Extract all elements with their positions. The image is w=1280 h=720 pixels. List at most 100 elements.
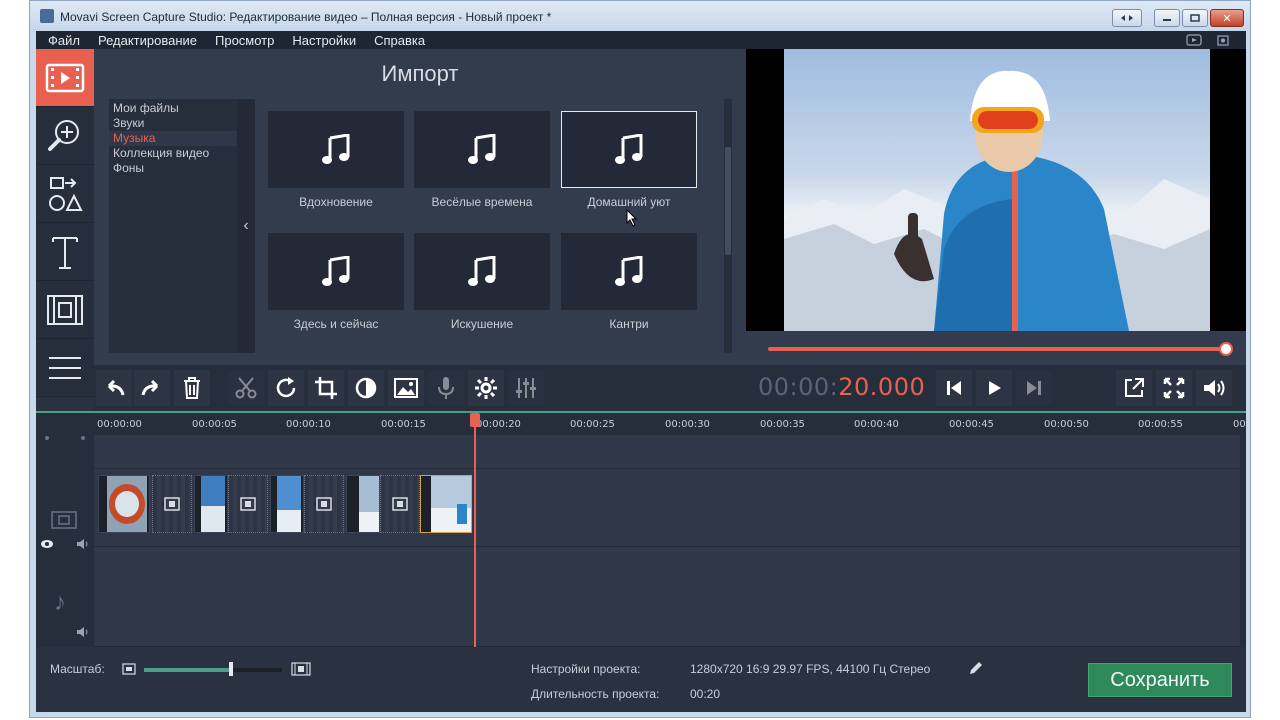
cut-button[interactable] (228, 370, 264, 406)
color-adjust-button[interactable] (348, 370, 384, 406)
menu-bar: Файл Редактирование Просмотр Настройки С… (36, 31, 1246, 49)
music-tile[interactable] (561, 233, 697, 310)
image-icon (394, 378, 418, 398)
eye-icon[interactable] (40, 539, 54, 549)
shapes-icon (49, 176, 83, 211)
video-clip[interactable] (194, 475, 228, 533)
minimize-icon (1163, 19, 1171, 21)
category-sounds[interactable]: Звуки (109, 116, 237, 131)
delete-button[interactable] (174, 370, 210, 406)
minimize-button[interactable] (1154, 9, 1180, 27)
music-track-volume-icon[interactable] (76, 627, 92, 637)
music-note-icon (322, 255, 350, 286)
video-track[interactable] (94, 469, 1240, 547)
nav-filters[interactable] (36, 107, 94, 165)
ruler-label: 00:00:40 (854, 419, 899, 430)
pencil-icon[interactable] (968, 660, 984, 676)
undo-button[interactable] (96, 370, 132, 406)
transition[interactable] (152, 475, 192, 533)
crop-button[interactable] (308, 370, 344, 406)
playhead-handle[interactable] (470, 413, 480, 427)
video-clip[interactable] (346, 475, 380, 533)
category-music[interactable]: Музыка (109, 131, 237, 146)
music-tile-selected[interactable] (561, 111, 697, 188)
category-backgrounds[interactable]: Фоны (109, 161, 237, 176)
nav-transitions[interactable] (36, 165, 94, 223)
video-frame (784, 49, 1210, 331)
next-button[interactable] (1016, 370, 1052, 406)
record-icon[interactable] (1216, 33, 1232, 47)
volume-button[interactable] (1196, 370, 1232, 406)
nav-clips[interactable] (36, 281, 94, 339)
transition[interactable] (304, 475, 344, 533)
zoom-in-icon[interactable] (291, 662, 311, 676)
timeline: ♪ 00:00:00 00:00:05 00:00:10 00:00:15 00… (36, 411, 1246, 647)
close-button[interactable]: ✕ (1210, 9, 1244, 27)
ruler-label: 00 (1233, 419, 1246, 430)
music-tile[interactable] (414, 111, 550, 188)
transition[interactable] (380, 475, 420, 533)
playback-progress-track[interactable] (768, 347, 1226, 351)
detach-preview-button[interactable] (1116, 370, 1152, 406)
voiceover-button[interactable] (428, 370, 464, 406)
nav-titles[interactable] (36, 223, 94, 281)
project-settings-label: Настройки проекта: (531, 662, 641, 676)
previous-button[interactable] (936, 370, 972, 406)
playback-progress-knob[interactable] (1219, 342, 1233, 356)
zoom-out-icon[interactable] (122, 663, 136, 675)
settings-button[interactable] (468, 370, 504, 406)
rotate-button[interactable] (268, 370, 304, 406)
save-button[interactable]: Сохранить (1088, 663, 1232, 697)
play-button[interactable] (976, 370, 1012, 406)
nav-import[interactable] (36, 49, 94, 107)
ruler-label: 00:00:15 (381, 419, 426, 430)
film-strip-icon (47, 294, 83, 325)
menu-settings[interactable]: Настройки (292, 33, 356, 48)
rotate-icon (276, 377, 296, 398)
playhead-line[interactable] (474, 413, 476, 647)
restore-button[interactable] (1112, 9, 1142, 27)
category-my-files[interactable]: Мои файлы (109, 101, 237, 116)
undo-icon (107, 379, 125, 396)
category-video-collection[interactable]: Коллекция видео (109, 146, 237, 161)
menu-file[interactable]: Файл (48, 33, 80, 48)
skip-back-icon (947, 381, 961, 395)
import-scrollbar[interactable] (724, 99, 732, 353)
timeline-ruler[interactable]: 00:00:00 00:00:05 00:00:10 00:00:15 00:0… (94, 413, 1246, 435)
project-duration-value: 00:20 (690, 687, 721, 701)
overlay-track[interactable] (94, 435, 1240, 469)
list-icon (49, 356, 81, 379)
timecode-display: 00:00:20.000 (758, 373, 925, 401)
equalizer-button[interactable] (508, 370, 544, 406)
nav-more[interactable] (36, 339, 94, 397)
image-button[interactable] (388, 370, 424, 406)
transition-icon (316, 497, 332, 511)
video-track-volume-icon[interactable] (76, 539, 92, 549)
music-tile[interactable] (268, 233, 404, 310)
video-clip[interactable] (98, 475, 150, 533)
video-player[interactable] (746, 49, 1246, 331)
timeline-scrollbar[interactable] (1240, 435, 1246, 647)
zoom-slider-fill (144, 668, 231, 672)
transition-icon (164, 497, 180, 511)
menu-view[interactable]: Просмотр (215, 33, 274, 48)
video-clip[interactable] (270, 475, 304, 533)
transition-icon (392, 497, 408, 511)
redo-button[interactable] (134, 370, 170, 406)
menu-help[interactable]: Справка (374, 33, 425, 48)
youtube-icon[interactable] (1186, 33, 1202, 47)
video-clip-selected[interactable] (420, 475, 472, 533)
transition[interactable] (228, 475, 268, 533)
import-scroll-thumb[interactable] (725, 147, 731, 255)
fullscreen-button[interactable] (1156, 370, 1192, 406)
music-tile[interactable] (268, 111, 404, 188)
music-track[interactable] (94, 547, 1240, 647)
music-note-icon (615, 133, 643, 164)
menu-edit[interactable]: Редактирование (98, 33, 197, 48)
ruler-label: 00:00:05 (192, 419, 237, 430)
music-tile[interactable] (414, 233, 550, 310)
collapse-panel-button[interactable]: ‹ (237, 99, 255, 353)
maximize-button[interactable] (1182, 9, 1208, 27)
redo-icon (141, 379, 159, 396)
zoom-slider-knob[interactable] (229, 662, 233, 676)
